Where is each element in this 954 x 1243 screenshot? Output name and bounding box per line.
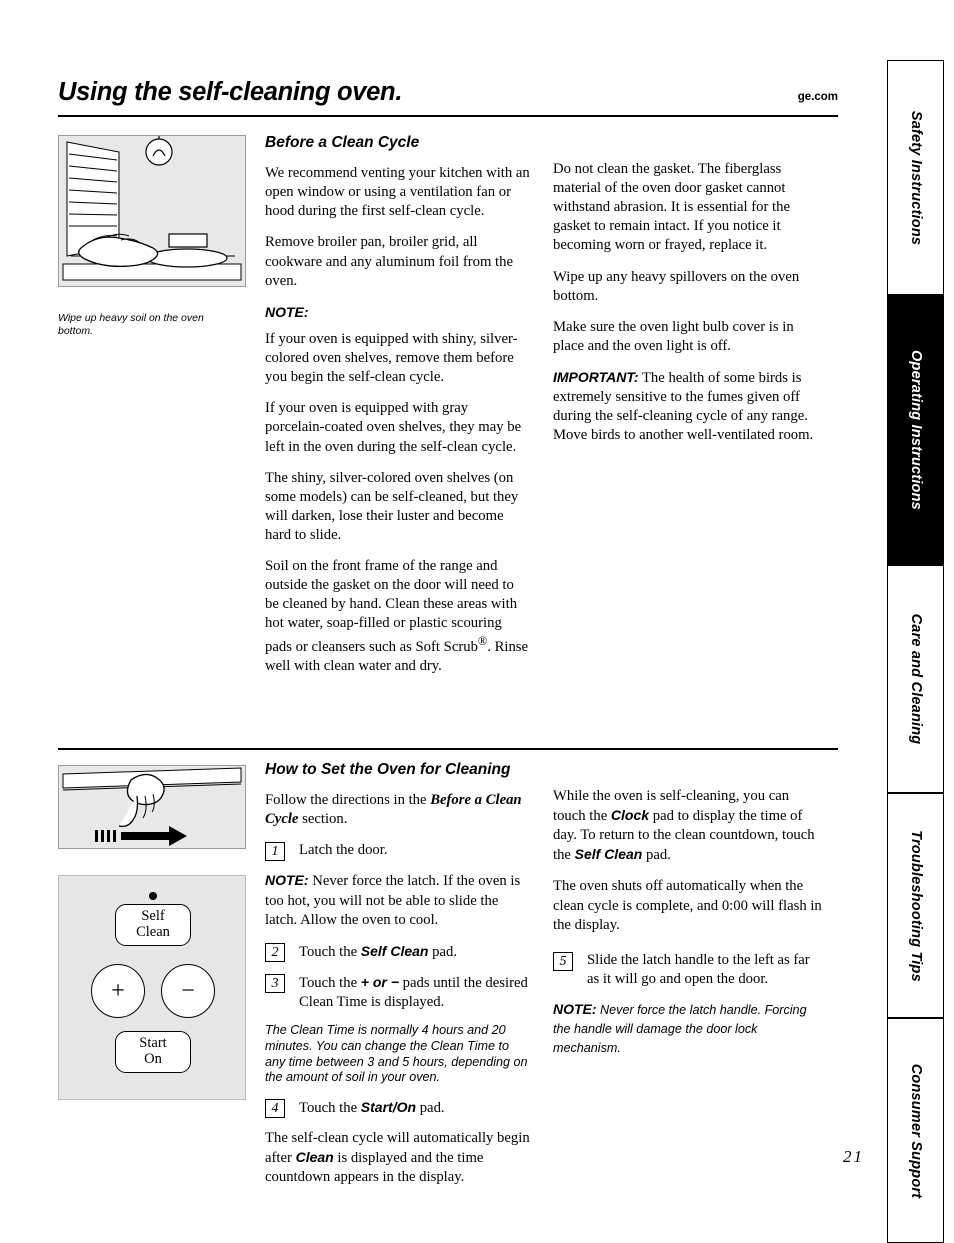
step-5-text: Slide the latch handle to the left as fa… [587, 951, 810, 987]
intro-b: section. [298, 811, 348, 828]
section1-note-label: NOTE: [265, 303, 309, 320]
intro-a: Follow the directions in the [265, 792, 431, 809]
important-label: IMPORTANT: [553, 368, 639, 385]
registered-mark: ® [477, 633, 488, 648]
section1-left-column: Before a Clean Cycle We recommend ventin… [265, 133, 530, 688]
p1-emphasis-self-clean: Self Clean [574, 846, 643, 863]
start-on-pad[interactable]: Start On [115, 1031, 191, 1073]
step-2-emphasis: Self Clean [360, 942, 429, 959]
section2-left-note: NOTE: Never force the latch. If the oven… [265, 871, 530, 929]
step-2-b: pad. [428, 943, 458, 960]
step-1: 1 Latch the door. [265, 841, 530, 862]
step-1-text: Latch the door. [299, 842, 388, 859]
section2-left-column: How to Set the Oven for Cleaning Follow … [265, 760, 530, 1200]
step-number: 5 [553, 951, 573, 971]
section1-note1: If your oven is equipped with shiny, sil… [265, 330, 518, 386]
clean-time-note: The Clean Time is normally 4 hours and 2… [265, 1023, 528, 1085]
self-clean-pad[interactable]: Self Clean [115, 904, 191, 946]
tab-care-and-cleaning[interactable]: Care and Cleaning [887, 565, 944, 793]
section2-right-p2: The oven shuts off automatically when th… [553, 878, 822, 933]
tab-label: Consumer Support [907, 1063, 924, 1198]
self-clean-pad-line2: Clean [136, 924, 170, 940]
note-label: NOTE: [265, 872, 309, 889]
section1-right-p2: Wipe up any heavy spillovers on the oven… [553, 268, 800, 304]
step-4-emphasis: Start/On [360, 1099, 417, 1116]
tab-label: Troubleshooting Tips [907, 829, 924, 982]
section2-intro: Follow the directions in the Before a Cl… [265, 791, 530, 829]
figure-control-pads: Self Clean + − Start On [58, 875, 246, 1100]
figure-oven-wipe [58, 135, 246, 287]
section1-note2: If your oven is equipped with gray porce… [265, 400, 522, 455]
step-3: 3 Touch the + or − pads until the desire… [265, 973, 530, 1012]
tab-consumer-support[interactable]: Consumer Support [887, 1018, 944, 1243]
figure-latch-slide [58, 765, 246, 849]
latch-slide-illustration [59, 766, 245, 848]
step-2-a: Touch the [299, 943, 361, 960]
site-url: ge.com [797, 91, 838, 103]
note-label: NOTE: [553, 1000, 597, 1017]
section2-right-column: While the oven is self-cleaning, you can… [553, 787, 825, 1070]
section1-right-p4: IMPORTANT: The health of some birds is e… [553, 368, 825, 445]
figure-caption: Wipe up heavy soil on the oven bottom. [58, 312, 204, 337]
section2-closing: The self-clean cycle will automatically … [265, 1129, 530, 1187]
page-header: Using the self-cleaning oven. ge.com [58, 78, 838, 107]
indicator-light-icon [149, 892, 157, 900]
oven-wipe-illustration [59, 136, 245, 286]
step-number: 4 [265, 1099, 285, 1119]
section1-left-p2: Remove broiler pan, broiler grid, all co… [265, 234, 513, 289]
tab-troubleshooting-tips[interactable]: Troubleshooting Tips [887, 793, 944, 1018]
section1-right-column: Do not clean the gasket. The fiberglass … [553, 160, 825, 457]
minus-pad[interactable]: − [161, 964, 215, 1018]
step-4: 4 Touch the Start/On pad. [265, 1098, 530, 1119]
section2-right-note: NOTE: Never force the latch handle. Forc… [553, 1000, 825, 1058]
section2-right-p1: While the oven is self-cleaning, you can… [553, 787, 825, 865]
step-3-a: Touch the [299, 974, 361, 991]
tab-safety-instructions[interactable]: Safety Instructions [887, 60, 944, 295]
section1-right-p1: Do not clean the gasket. The fiberglass … [553, 161, 790, 254]
step-number: 3 [265, 973, 285, 993]
step-2: 2 Touch the Self Clean pad. [265, 942, 530, 962]
start-on-pad-line2: On [144, 1051, 162, 1067]
minus-icon: − [181, 977, 195, 1004]
step-3-emphasis: + or − [360, 973, 399, 990]
section1-heading: Before a Clean Cycle [265, 134, 420, 151]
plus-pad[interactable]: + [91, 964, 145, 1018]
section1-left-p3: The shiny, silver-colored oven shelves (… [265, 469, 519, 543]
closing-emphasis: Clean [295, 1149, 334, 1166]
section-divider [58, 748, 838, 750]
section1-left-p1: We recommend venting your kitchen with a… [265, 165, 530, 220]
step-5: 5 Slide the latch handle to the left as … [553, 951, 825, 989]
step-4-b: pad. [416, 1100, 445, 1117]
tab-label: Safety Instructions [907, 110, 924, 245]
step-4-a: Touch the [299, 1100, 361, 1117]
start-on-pad-line1: Start [139, 1035, 167, 1052]
page-number: 21 [843, 1147, 864, 1166]
tab-operating-instructions[interactable]: Operating Instructions [887, 295, 944, 565]
step-number: 2 [265, 942, 285, 962]
p1-emphasis-clock: Clock [610, 807, 650, 824]
tab-label: Care and Cleaning [907, 613, 924, 745]
section1-left-p4: Soil on the front frame of the range and… [265, 557, 530, 676]
step-number: 1 [265, 842, 285, 862]
section1-right-p3: Make sure the oven light bulb cover is i… [553, 318, 794, 354]
plus-icon: + [111, 977, 125, 1004]
title-rule [58, 115, 838, 117]
section2-heading: How to Set the Oven for Cleaning [265, 761, 511, 778]
tab-label: Operating Instructions [907, 350, 924, 510]
side-tab-strip: Safety Instructions Operating Instructio… [887, 60, 944, 1243]
self-clean-pad-line1: Self [141, 908, 165, 925]
page-title: Using the self-cleaning oven. [58, 78, 403, 106]
p1-c: pad. [642, 847, 671, 864]
